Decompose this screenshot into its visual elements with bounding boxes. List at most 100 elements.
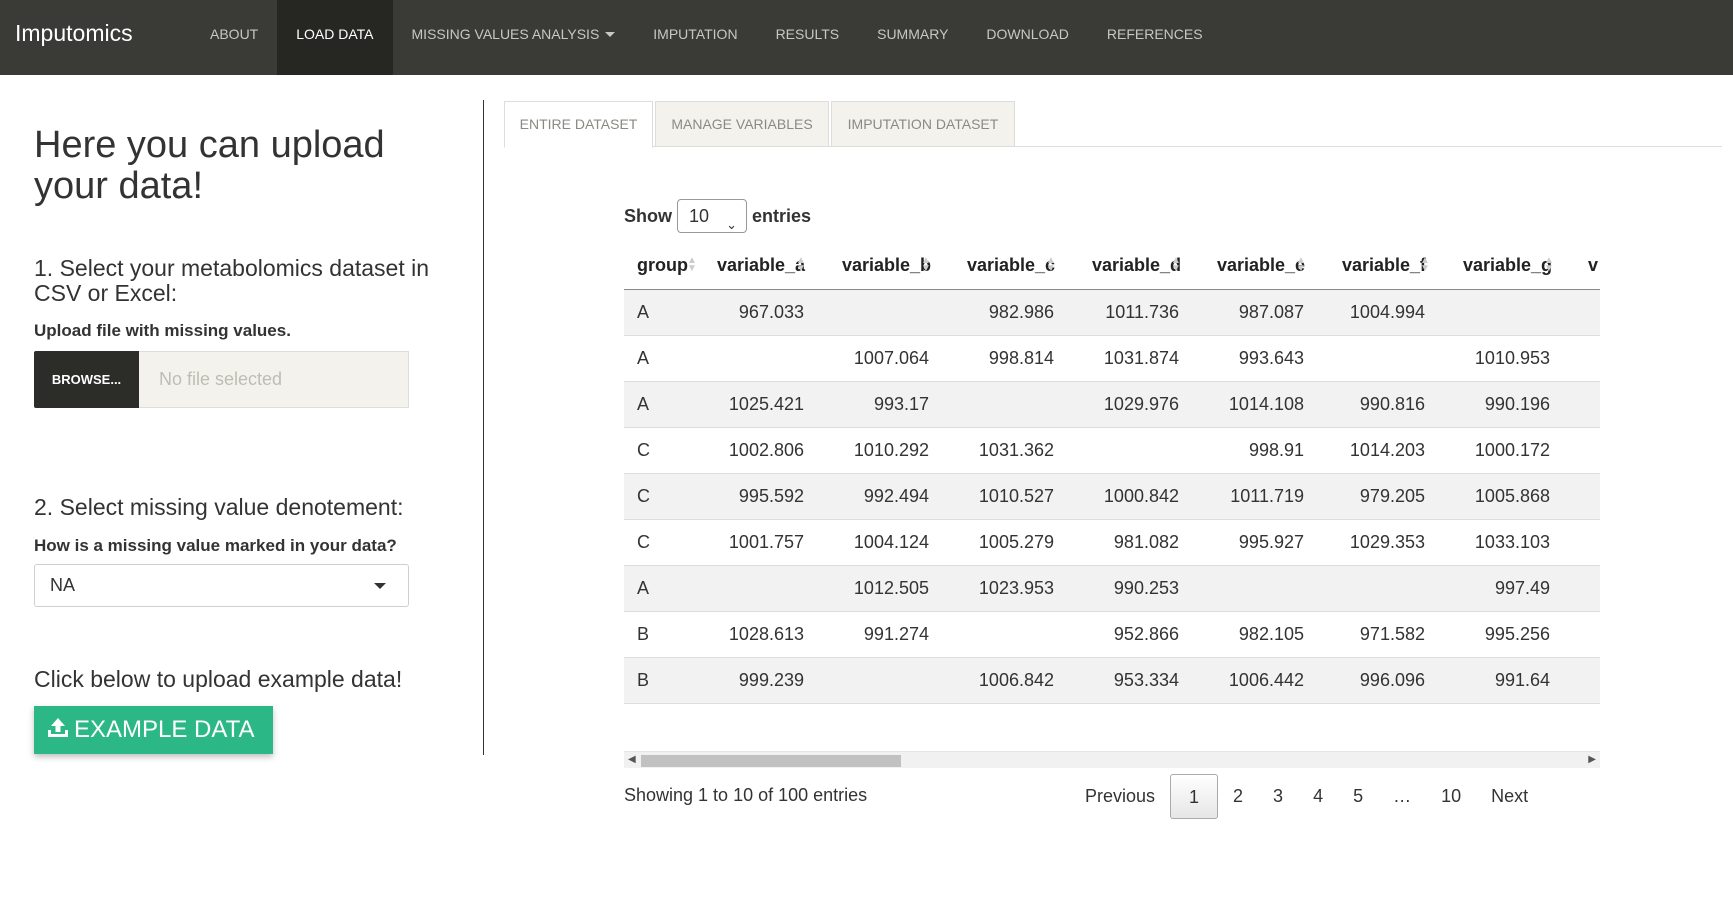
value-cell: 995.592 — [704, 472, 829, 519]
value-cell: 1006.842 — [954, 656, 1079, 703]
value-cell: 978.759 — [1329, 702, 1450, 706]
table-row[interactable]: A 967.033 982.986 1011.736 987.087 1004.994 — [624, 288, 1600, 335]
table-row[interactable]: A1028.983985.841983.825991.63990.722978.… — [624, 702, 1600, 706]
value-cell: 995.927 — [1204, 518, 1329, 565]
data-table-container: group ▲ ▼ variable_a ▲ ▼ variable_b ▲ ▼ variable_… — [624, 243, 1600, 706]
page-1-button[interactable]: 1 — [1170, 774, 1219, 819]
value-cell — [1575, 334, 1600, 381]
value-cell: 982.986 — [954, 288, 1079, 335]
value-cell — [1204, 564, 1329, 611]
value-cell: 1001.757 — [704, 518, 829, 565]
page-title: Here you can upload your data! — [34, 124, 385, 207]
value-cell: 952.866 — [1079, 610, 1204, 657]
nav-download[interactable]: DOWNLOAD — [967, 0, 1087, 75]
group-cell: C — [624, 518, 704, 565]
page-4-button[interactable]: 4 — [1298, 774, 1338, 819]
value-cell: 1012.505 — [829, 564, 954, 611]
missing-value-select[interactable]: NA — [34, 564, 409, 607]
table-row[interactable]: C 995.592 992.494 1010.527 1000.842 1011.719 9… — [624, 472, 1600, 519]
dropdown-arrow-icon — [374, 583, 386, 589]
value-cell: 1031.874 — [1079, 334, 1204, 381]
nav-results[interactable]: RESULTS — [757, 0, 859, 75]
column-header-variable-c[interactable]: variable_c ▲ ▼ — [954, 243, 1079, 290]
group-cell: C — [624, 426, 704, 473]
column-header-label: variable_c — [967, 255, 1056, 276]
group-cell: A — [624, 288, 704, 335]
page-10-button[interactable]: 10 — [1426, 774, 1476, 819]
tab-manage-variables[interactable]: MANAGE VARIABLES — [655, 101, 829, 147]
top-navbar: Imputomics ABOUT LOAD DATA MISSING VALUE… — [0, 0, 1733, 75]
page-3-button[interactable]: 3 — [1258, 774, 1298, 819]
page-length-value: 10 — [689, 206, 710, 226]
column-header-v[interactable]: v — [1575, 243, 1600, 290]
table-row[interactable]: A 1012.505 1023.953 990.253 997.49 — [624, 564, 1600, 611]
value-cell: 990.722 — [1204, 702, 1329, 706]
upload-icon — [48, 718, 68, 737]
pagination: Previous 1 2 3 4 5 … 10 Next — [1070, 774, 1543, 819]
value-cell: 1004.124 — [829, 518, 954, 565]
value-cell: 1000.842 — [1079, 472, 1204, 519]
browse-button[interactable]: BROWSE... — [34, 351, 139, 408]
sort-icon: ▲ ▼ — [1544, 255, 1554, 274]
show-label: Show — [624, 205, 672, 226]
value-cell: 1011.736 — [1079, 288, 1204, 335]
tab-entire-dataset[interactable]: ENTIRE DATASET — [504, 101, 653, 148]
file-name-field[interactable]: No file selected — [139, 351, 409, 408]
scrollbar-thumb[interactable] — [641, 755, 901, 767]
column-header-label: variable_b — [842, 255, 932, 276]
table-row[interactable]: B 999.239 1006.842 953.334 1006.442 996.096 99… — [624, 656, 1600, 703]
horizontal-scrollbar[interactable]: ◀ ▶ — [624, 751, 1600, 768]
value-cell: 992.494 — [829, 472, 954, 519]
value-cell: 996.096 — [1329, 656, 1450, 703]
table-row[interactable]: C 1002.806 1010.292 1031.362 998.91 1014.203 1… — [624, 426, 1600, 473]
file-upload-input[interactable]: BROWSE... No file selected — [34, 351, 409, 408]
value-cell: 1029.353 — [1329, 518, 1450, 565]
table-row[interactable]: A 1025.421 993.17 1029.976 1014.108 990.816 99… — [624, 380, 1600, 427]
example-prompt: Click below to upload example data! — [34, 666, 403, 692]
nav-load-data[interactable]: LOAD DATA — [277, 0, 393, 75]
page-length-select[interactable]: 10 ⌄ — [677, 199, 747, 233]
value-cell: 1010.527 — [954, 472, 1079, 519]
value-cell: 998.814 — [954, 334, 1079, 381]
nav-about[interactable]: ABOUT — [191, 0, 277, 75]
example-data-button[interactable]: EXAMPLE DATA — [34, 706, 273, 754]
value-cell: 985.841 — [829, 702, 954, 706]
step2-title: 2. Select missing value denotement: — [34, 494, 404, 520]
tab-imputation-dataset[interactable]: IMPUTATION DATASET — [831, 101, 1015, 147]
group-cell: A — [624, 334, 704, 381]
value-cell: 1002.806 — [704, 426, 829, 473]
nav-summary[interactable]: SUMMARY — [858, 0, 967, 75]
table-row[interactable]: A 1007.064 998.814 1031.874 993.643 1010.953 — [624, 334, 1600, 381]
column-header-variable-g[interactable]: variable_g ▲ ▼ — [1450, 243, 1575, 290]
example-data-label: EXAMPLE DATA — [74, 716, 255, 743]
column-header-variable-a[interactable]: variable_a ▲ ▼ — [704, 243, 829, 290]
table-row[interactable]: B 1028.613 991.274 952.866 982.105 971.582 995… — [624, 610, 1600, 657]
value-cell: 991.64 — [1450, 656, 1575, 703]
missing-value-label: How is a missing value marked in your da… — [34, 536, 397, 555]
column-header-label: v — [1588, 255, 1599, 276]
value-cell: 1023.953 — [954, 564, 1079, 611]
nav-imputation[interactable]: IMPUTATION — [634, 0, 756, 75]
previous-button[interactable]: Previous — [1070, 774, 1170, 819]
page-2-button[interactable]: 2 — [1218, 774, 1258, 819]
table-row[interactable]: C 1001.757 1004.124 1005.279 981.082 995.927 1… — [624, 518, 1600, 565]
scroll-right-icon[interactable]: ▶ — [1588, 754, 1596, 765]
column-header-group[interactable]: group ▲ ▼ — [624, 243, 704, 290]
scroll-left-icon[interactable]: ◀ — [628, 754, 636, 765]
column-header-variable-b[interactable]: variable_b ▲ ▼ — [829, 243, 954, 290]
page-5-button[interactable]: 5 — [1338, 774, 1378, 819]
column-header-variable-e[interactable]: variable_e ▲ ▼ — [1204, 243, 1329, 290]
value-cell — [1079, 426, 1204, 473]
nav-missing-values-analysis[interactable]: MISSING VALUES ANALYSIS — [393, 0, 635, 75]
app-brand[interactable]: Imputomics — [15, 20, 133, 47]
value-cell — [704, 334, 829, 381]
nav-references[interactable]: REFERENCES — [1088, 0, 1222, 75]
column-header-variable-d[interactable]: variable_d ▲ ▼ — [1079, 243, 1204, 290]
value-cell: 1005.279 — [954, 518, 1079, 565]
sort-icon: ▲ ▼ — [1420, 255, 1430, 274]
next-button[interactable]: Next — [1476, 774, 1543, 819]
value-cell: 990.253 — [1079, 564, 1204, 611]
value-cell — [1575, 380, 1600, 427]
column-header-variable-f[interactable]: variable_f ▲ ▼ — [1329, 243, 1450, 290]
value-cell: 993.643 — [1204, 334, 1329, 381]
